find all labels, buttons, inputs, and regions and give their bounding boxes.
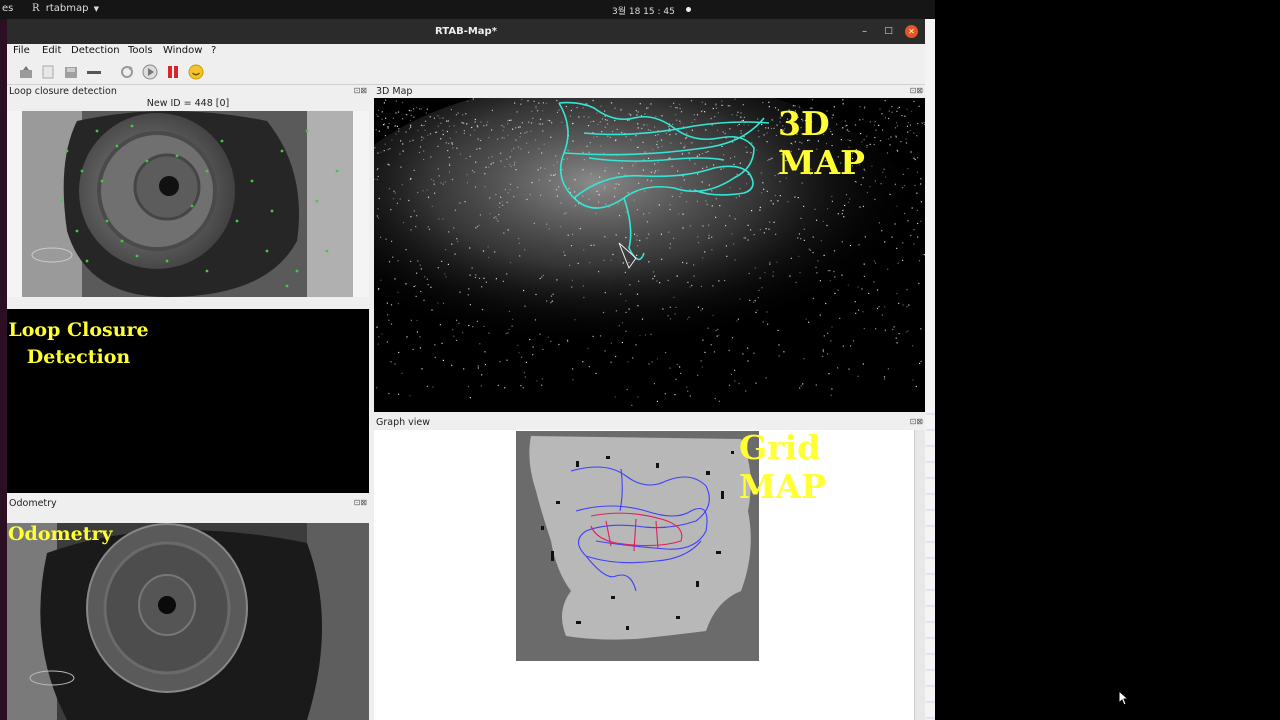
map3d-view[interactable]: 3D MAP xyxy=(374,98,925,412)
desktop-left-edge xyxy=(0,19,7,720)
loop-closure-tire-image xyxy=(22,111,353,297)
play-icon[interactable] xyxy=(142,64,158,80)
loop-closure-info-area: Loop Closure Detection xyxy=(7,309,369,493)
panel-float-close-icon[interactable]: ⊡⊠ xyxy=(354,498,367,507)
panel-float-close-icon[interactable]: ⊡⊠ xyxy=(354,86,367,95)
open-icon[interactable] xyxy=(18,64,34,80)
chevron-down-icon: ▼ xyxy=(93,5,100,13)
save-icon[interactable] xyxy=(63,64,79,80)
app-icon: R xyxy=(32,3,40,14)
loop-closure-title: Loop closure detection xyxy=(9,86,117,97)
odometry-panel-title[interactable]: Odometry ⊡⊠ xyxy=(7,497,369,510)
refresh-icon[interactable] xyxy=(119,64,135,80)
map3d-title: 3D Map xyxy=(376,86,413,97)
close-button[interactable]: ✕ xyxy=(905,25,918,38)
loop-closure-panel-title[interactable]: Loop closure detection ⊡⊠ xyxy=(7,85,369,98)
rtabmap-window: RTAB-Map* – □ ✕ File Edit Detection Tool… xyxy=(7,19,925,720)
graph-scrollbar[interactable] xyxy=(914,430,925,720)
app-menu-label: rtabmap xyxy=(45,3,89,14)
background-list xyxy=(926,399,935,719)
new-icon[interactable] xyxy=(40,64,56,80)
clock[interactable]: 3월 18 15 : 45 xyxy=(612,4,675,17)
menu-window[interactable]: Window xyxy=(163,45,202,56)
notification-dot-icon xyxy=(686,7,691,12)
pause-icon[interactable] xyxy=(165,64,181,80)
menu-bar: File Edit Detection Tools Window ? xyxy=(7,44,925,60)
odometry-image-area: Odometry xyxy=(7,523,369,720)
activities-label[interactable]: es xyxy=(2,3,13,14)
app-menu[interactable]: R rtabmap ▼ xyxy=(32,3,99,14)
odometry-tire-image xyxy=(7,523,369,720)
maximize-button[interactable]: □ xyxy=(882,25,895,38)
occupancy-grid xyxy=(529,436,751,640)
graph-panel-title[interactable]: Graph view ⊡⊠ xyxy=(374,416,925,429)
new-id-label: New ID = 448 [0] xyxy=(146,98,230,109)
loop-closure-image-area xyxy=(7,111,369,297)
map3d-overlay: 3D MAP xyxy=(778,104,865,182)
system-top-bar: es R rtabmap ▼ 3월 18 15 : 45 xyxy=(0,0,935,19)
odometry-overlay: Odometry xyxy=(8,523,113,545)
window-titlebar[interactable]: RTAB-Map* – □ ✕ xyxy=(7,19,925,44)
edit-icon[interactable] xyxy=(86,64,102,80)
loop-closure-overlay: Loop Closure Detection xyxy=(7,317,150,371)
mouse-cursor-icon xyxy=(1118,689,1130,709)
menu-edit[interactable]: Edit xyxy=(42,45,61,56)
menu-help[interactable]: ? xyxy=(211,45,216,56)
map3d-panel-title[interactable]: 3D Map ⊡⊠ xyxy=(374,85,925,98)
loop-closure-overlay-line2: Detection xyxy=(26,346,131,368)
menu-tools[interactable]: Tools xyxy=(128,45,153,56)
menu-file[interactable]: File xyxy=(13,45,30,56)
grid-map-image xyxy=(516,431,759,661)
graph-title: Graph view xyxy=(376,417,431,428)
grid-map-overlay: Grid MAP xyxy=(739,430,826,506)
minimize-button[interactable]: – xyxy=(858,25,871,38)
odometry-title: Odometry xyxy=(9,498,57,509)
panel-float-close-icon[interactable]: ⊡⊠ xyxy=(910,86,923,95)
graph-view[interactable]: Grid MAP xyxy=(374,430,914,720)
window-title: RTAB-Map* xyxy=(435,26,497,37)
toolbar xyxy=(7,60,925,85)
menu-detection[interactable]: Detection xyxy=(71,45,120,56)
panel-float-close-icon[interactable]: ⊡⊠ xyxy=(910,417,923,426)
background-window-edge xyxy=(925,19,935,720)
smiley-icon[interactable] xyxy=(188,64,204,80)
loop-closure-overlay-line1: Loop Closure xyxy=(8,319,149,341)
